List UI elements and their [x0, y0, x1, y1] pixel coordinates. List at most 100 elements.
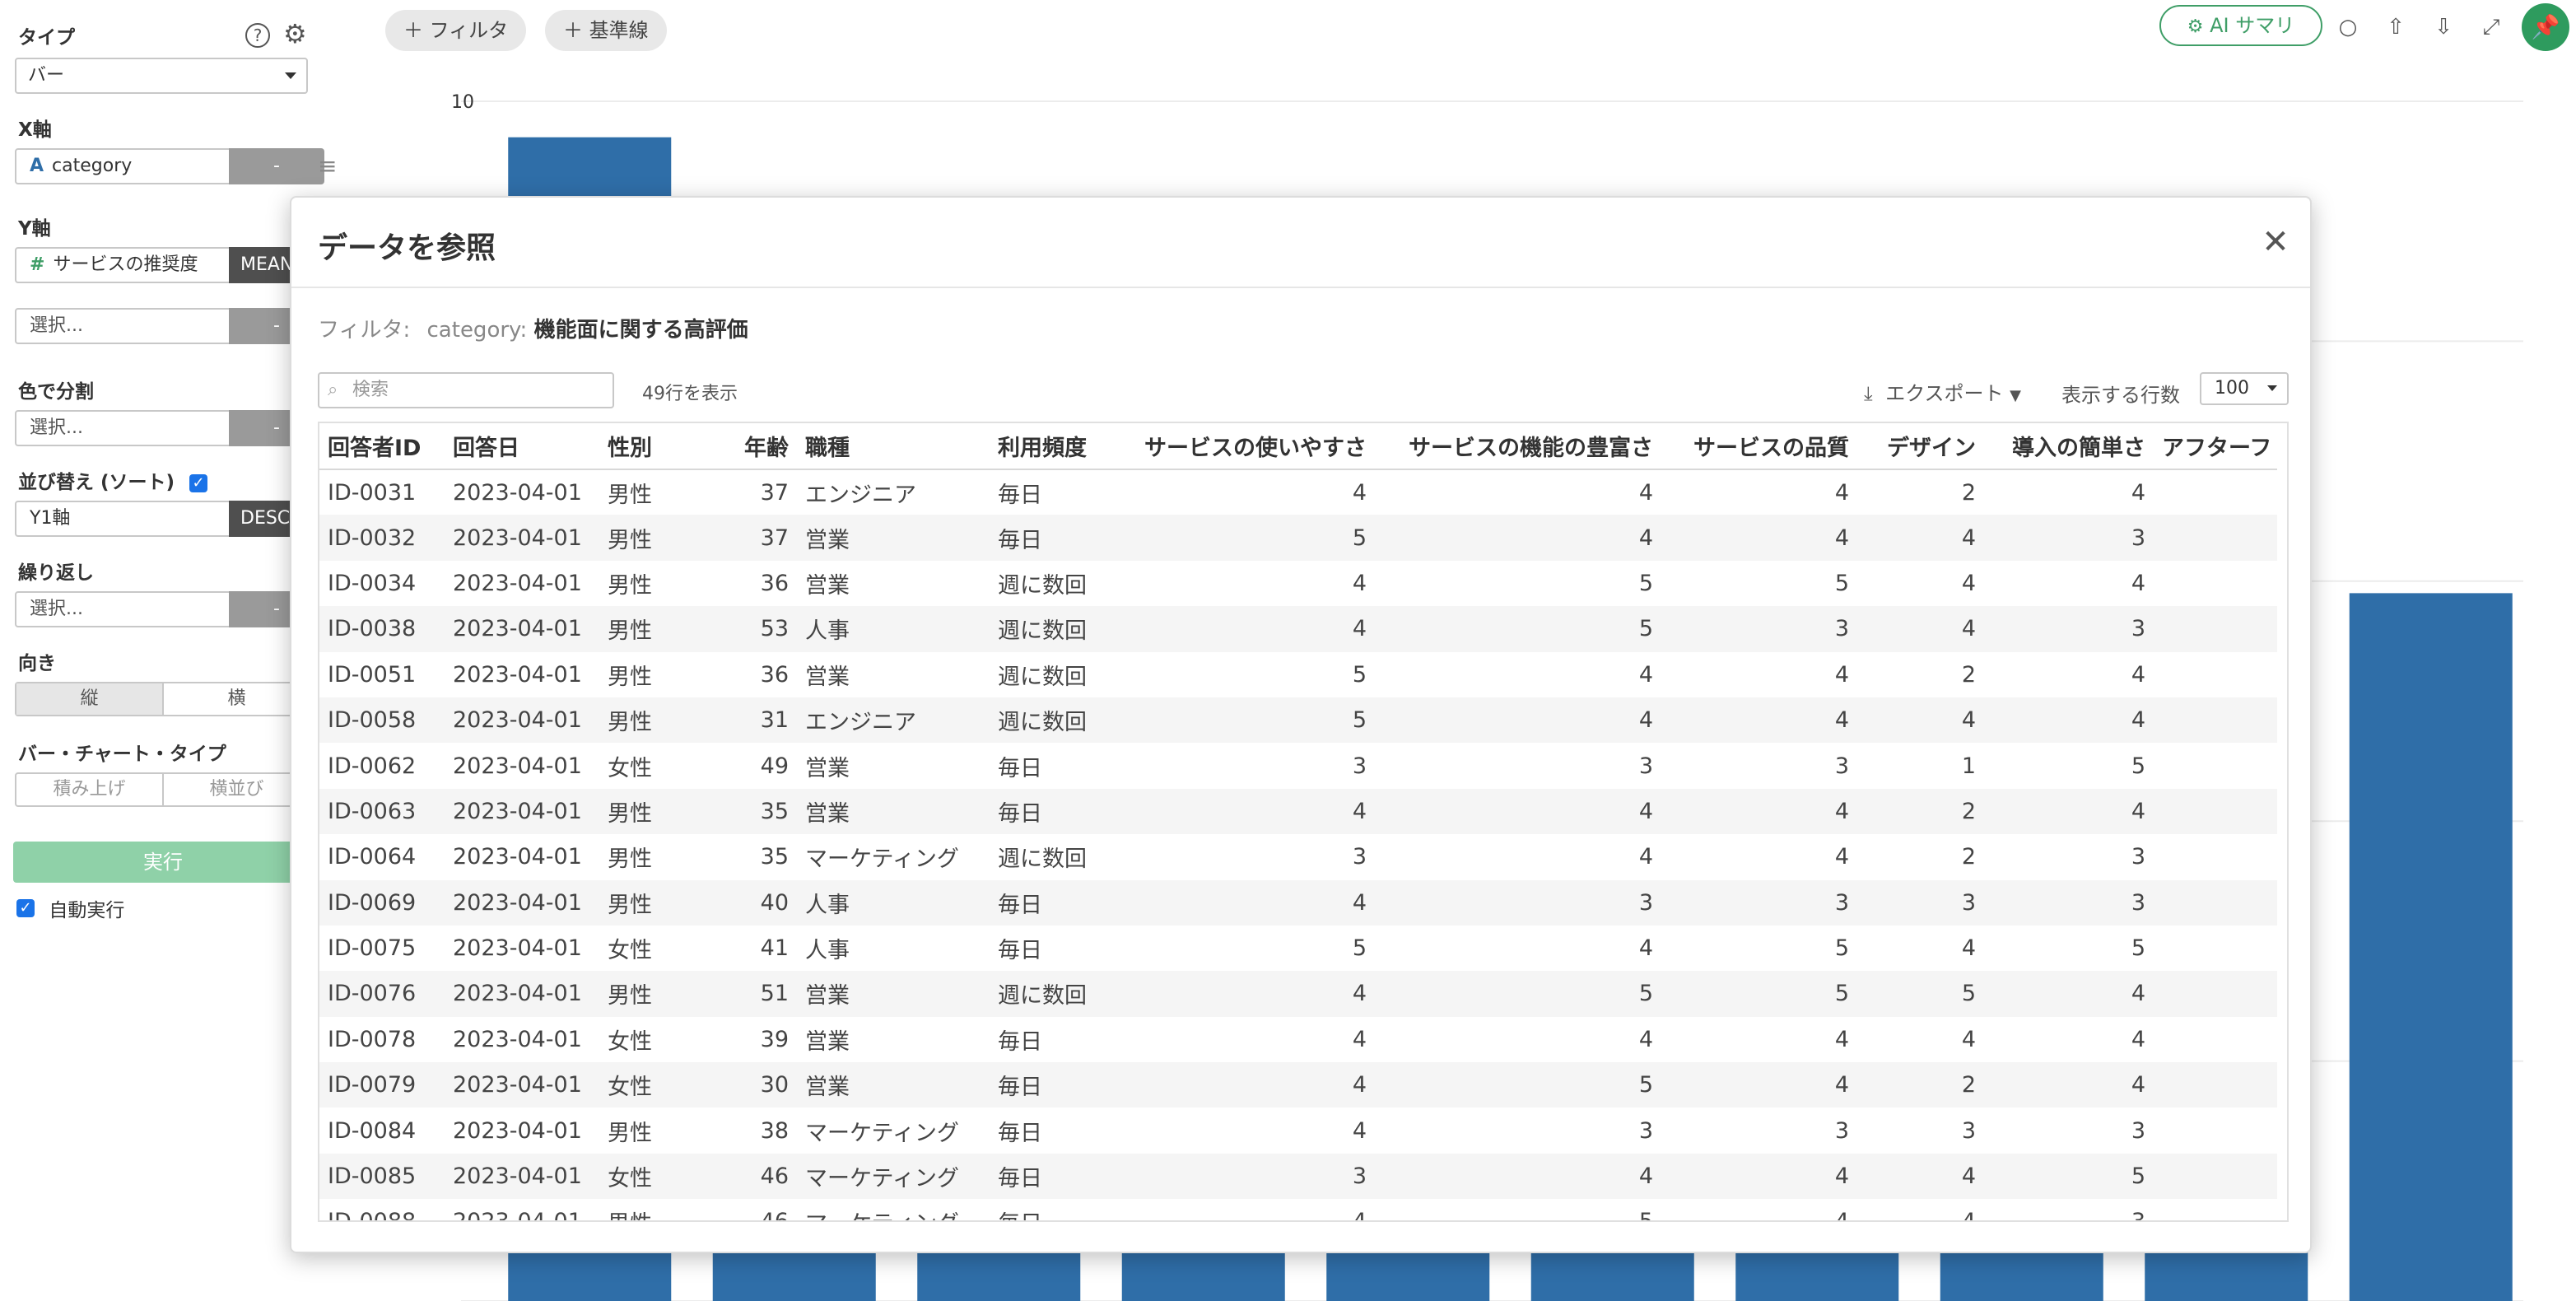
pin-icon[interactable]: 📌 — [2522, 3, 2569, 51]
chevron-down-icon — [2267, 385, 2277, 391]
sort-field-select[interactable]: Y1軸 — [15, 501, 231, 537]
data-table-container[interactable]: 回答者ID 回答日 性別 年齢 職種 利用頻度 サービスの使いやすさ サービスの機能の豊富さサ… — [318, 422, 2289, 1222]
filter-value: 機能面に関する高評価 — [533, 318, 748, 343]
table-cell: 毎日 — [998, 755, 1042, 781]
chevron-down-icon — [285, 72, 296, 79]
table-cell: ID-0079 — [319, 1062, 445, 1108]
table-cell: 4 — [1984, 788, 2154, 835]
table-cell: 5 — [2131, 753, 2145, 779]
close-icon[interactable]: ✕ — [2259, 226, 2292, 259]
column-header[interactable]: 職種 — [797, 423, 990, 470]
gear-icon[interactable]: ⚙ — [283, 20, 307, 48]
table-cell: 3 — [1857, 879, 1984, 926]
table-cell: ID-0062 — [328, 753, 417, 779]
table-cell: 3 — [2131, 844, 2145, 870]
table-cell: 5 — [1638, 1209, 1653, 1222]
table-header-row: 回答者ID 回答日 性別 年齢 職種 利用頻度 サービスの使いやすさ サービスの機能の豊富さサ… — [319, 423, 2277, 470]
column-header[interactable]: 導入の簡単さ — [1984, 423, 2154, 470]
upload-icon[interactable]: ⇧ — [2383, 15, 2408, 40]
table-cell: エンジニア — [805, 482, 916, 508]
table-cell: 5 — [1984, 1153, 2154, 1200]
table-cell: 5 — [1375, 971, 1661, 1017]
rows-per-page-select[interactable]: 100 — [2200, 372, 2289, 405]
run-button[interactable]: 実行 — [13, 842, 313, 883]
table-cell: 女性 — [599, 1153, 718, 1200]
table-cell: 31 — [718, 697, 797, 744]
table-cell: 4 — [1961, 1209, 1976, 1222]
column-header[interactable]: デザイン — [1857, 423, 1984, 470]
expand-icon[interactable]: ⤢ — [2479, 15, 2504, 40]
y-axis2-select[interactable]: 選択... — [15, 308, 231, 344]
column-header[interactable]: 年齢 — [718, 423, 797, 470]
column-header[interactable]: 性別 — [599, 423, 718, 470]
bar-type-side-option[interactable]: 横並び — [162, 774, 310, 805]
direction-vertical-option[interactable]: 縦 — [16, 683, 162, 715]
column-header[interactable]: アフターフ — [2154, 423, 2277, 470]
table-cell: 営業 — [805, 572, 850, 599]
table-cell: 4 — [1984, 1062, 2154, 1108]
ai-summary-button[interactable]: ⚙ AI サマリ — [2159, 5, 2322, 46]
column-header[interactable]: 回答日 — [445, 423, 599, 470]
add-baseline-button[interactable]: ＋ 基準線 — [545, 10, 667, 51]
table-cell: 毎日 — [998, 938, 1042, 964]
table-cell: 営業 — [805, 755, 850, 781]
table-cell: 40 — [718, 879, 797, 926]
data-view-dialog: データを参照 ✕ フィルタ: category: 機能面に関する高評価 ⌕ 検索… — [290, 196, 2312, 1253]
chart-bar[interactable] — [2349, 593, 2513, 1301]
table-cell: 4 — [1113, 1062, 1375, 1108]
table-cell: 5 — [1834, 935, 1849, 962]
help-icon[interactable]: ? — [245, 23, 270, 48]
direction-horizontal-option[interactable]: 横 — [162, 683, 310, 715]
table-cell: 女性 — [608, 938, 652, 964]
auto-run-checkbox[interactable]: ✓ — [16, 899, 35, 917]
y-axis-field[interactable]: # サービスの推奨度 — [15, 247, 231, 283]
data-table: 回答者ID 回答日 性別 年齢 職種 利用頻度 サービスの使いやすさ サービスの機能の豊富さサ… — [319, 423, 2277, 1222]
table-cell: 3 — [1661, 606, 1857, 652]
add-filter-button[interactable]: ＋ フィルタ — [385, 10, 527, 51]
comment-icon[interactable]: ○ — [2336, 15, 2360, 40]
table-cell: 36 — [760, 661, 789, 688]
table-cell: 2023-04-01 — [453, 479, 582, 506]
table-cell: 2023-04-01 — [453, 570, 582, 596]
sort-checkbox[interactable]: ✓ — [189, 473, 208, 492]
table-cell: 4 — [1834, 661, 1849, 688]
repeat-select[interactable]: 選択... — [15, 591, 231, 627]
table-cell: 5 — [1834, 570, 1849, 596]
table-cell: 4 — [1638, 1026, 1653, 1052]
table-cell: 毎日 — [990, 1062, 1113, 1108]
bar-type-stacked-option[interactable]: 積み上げ — [16, 774, 162, 805]
table-cell: 4 — [1834, 844, 1849, 870]
color-split-select[interactable]: 選択... — [15, 410, 231, 446]
x-axis-field[interactable]: Acategory — [15, 148, 231, 184]
table-cell: 4 — [1113, 971, 1375, 1017]
table-cell — [2154, 515, 2277, 561]
table-row: ID-0088 2023-04-01 男性 46 マーケティング毎日 4 5 4 4 3 — [319, 1199, 2277, 1222]
search-input[interactable]: ⌕ 検索 — [318, 372, 614, 408]
column-header[interactable]: サービスの機能の豊富さ — [1375, 423, 1661, 470]
table-cell: 2023-04-01 — [453, 1117, 582, 1144]
table-cell: 3 — [1834, 753, 1849, 779]
chart-type-select[interactable]: バー — [15, 58, 308, 94]
column-header[interactable]: 利用頻度 — [990, 423, 1113, 470]
table-cell: 4 — [1661, 697, 1857, 744]
column-header[interactable]: サービスの使いやすさ — [1113, 423, 1375, 470]
export-button[interactable]: ⤓ エクスポート ▼ — [1864, 377, 2021, 406]
table-cell — [2154, 1107, 2277, 1153]
column-header[interactable]: サービスの品質 — [1661, 423, 1857, 470]
table-cell: ID-0058 — [319, 697, 445, 744]
download-icon[interactable]: ⇩ — [2431, 15, 2456, 40]
table-row: ID-0034 2023-04-01 男性 36 営業 週に数回 4 5 5 4 4 — [319, 561, 2277, 606]
auto-run-label: 自動実行 — [49, 900, 125, 921]
table-cell: 4 — [2131, 479, 2145, 506]
column-header[interactable]: 回答者ID — [319, 423, 445, 470]
table-cell: ID-0051 — [328, 661, 417, 688]
rows-per-page-value: 100 — [2215, 378, 2249, 399]
x-axis-options-button[interactable]: - — [229, 148, 324, 184]
table-cell: 4 — [1352, 570, 1367, 596]
table-row: ID-0058 2023-04-01 男性 31 エンジニア 週に数回 5 4 4 4 4 — [319, 697, 2277, 744]
table-cell — [2154, 743, 2277, 788]
table-cell: 2023-04-01 — [445, 1153, 599, 1200]
dialog-title: データを参照 — [318, 231, 496, 265]
table-cell: 5 — [1857, 971, 1984, 1017]
menu-icon[interactable]: ≡ — [318, 155, 337, 178]
